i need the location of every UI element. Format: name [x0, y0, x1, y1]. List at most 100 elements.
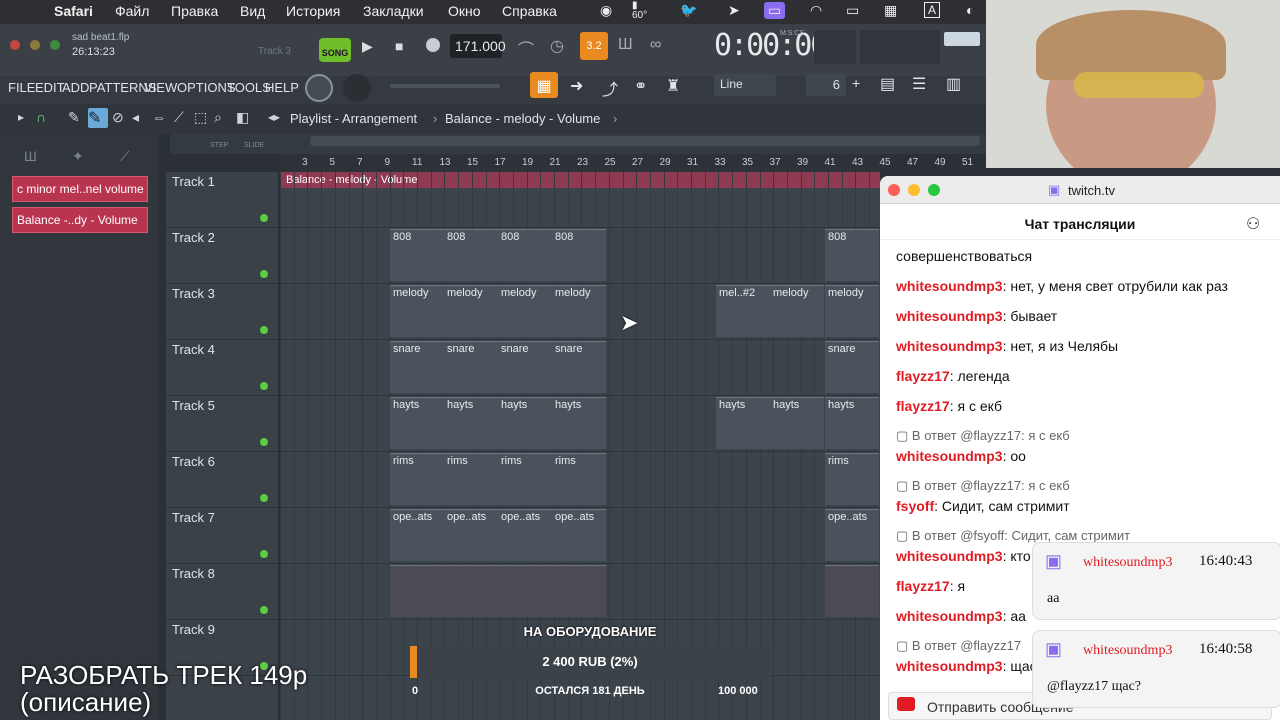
pattern-clip[interactable]: hayts [552, 397, 606, 449]
chat-message[interactable]: flayzz17: легенда [896, 368, 1010, 384]
link-icon[interactable]: ⚭ [634, 76, 647, 96]
pattern-clip[interactable]: snare [498, 341, 552, 393]
users-icon[interactable]: ⚇ [1246, 214, 1260, 234]
pattern-clip[interactable]: hayts [498, 397, 552, 449]
pattern-clip[interactable]: melody [825, 285, 879, 337]
master-pitch-knob[interactable] [343, 74, 371, 102]
pattern-clip[interactable]: ope..ats [498, 509, 552, 561]
pattern-clip[interactable]: melody [444, 285, 498, 337]
playback-icon[interactable]: ◧ [236, 109, 249, 126]
pattern-clip[interactable]: melody [552, 285, 606, 337]
picker-automation-icon[interactable]: ⟋ [120, 148, 130, 165]
picker-audio-icon[interactable]: ✦ [72, 148, 84, 165]
pattern-clip[interactable]: 808 [552, 229, 606, 281]
pattern-clip[interactable]: rims [444, 453, 498, 505]
pitch-slider[interactable] [390, 84, 500, 88]
menu-fl-view[interactable]: VIEW [144, 80, 177, 95]
minimize-icon[interactable] [30, 40, 40, 50]
track-name[interactable]: Track 3 [172, 286, 215, 301]
plus-icon[interactable]: + [852, 75, 860, 91]
menu-fl-help[interactable]: HELP [265, 80, 299, 95]
pattern-clip[interactable]: snare [444, 341, 498, 393]
wifi-icon[interactable]: ◠ [810, 2, 822, 19]
picker-grid-icon[interactable]: Ш [24, 148, 37, 164]
pencil-icon[interactable]: ✎ [68, 109, 80, 126]
track-name[interactable]: Track 8 [172, 566, 215, 581]
chat-notification[interactable]: ▣ whitesoundmp3 16:40:58 @flayzz17 щас? [1032, 630, 1280, 708]
menu-window[interactable]: Окно [448, 3, 481, 19]
pattern-clip[interactable]: 808 [390, 229, 444, 281]
chat-message[interactable]: совершенствоваться [896, 248, 1032, 264]
menu-help[interactable]: Справка [502, 3, 557, 19]
chat-username[interactable]: fsyoff [896, 498, 934, 514]
pattern-clip[interactable]: hayts [444, 397, 498, 449]
menu-fl-add[interactable]: ADD [62, 80, 89, 95]
close-icon[interactable] [10, 40, 20, 50]
plugin-icon[interactable]: ♜ [666, 76, 680, 96]
track-name[interactable]: Track 4 [172, 342, 215, 357]
pattern-clip[interactable]: 808 [498, 229, 552, 281]
pattern-clip[interactable]: snare [552, 341, 606, 393]
pattern-clip[interactable]: hayts [825, 397, 879, 449]
audio-clip[interactable] [552, 565, 606, 617]
arrows-icon[interactable]: ◂▸ [268, 110, 280, 124]
pattern-clip[interactable]: 808 [825, 229, 879, 281]
display-icon[interactable]: ▭ [846, 2, 859, 19]
menu-history[interactable]: История [286, 3, 340, 19]
pattern-clip[interactable]: melody [390, 285, 444, 337]
audio-clip[interactable] [444, 565, 498, 617]
chat-message[interactable]: fsyoff: Сидит, сам стримит [896, 498, 1070, 514]
cursor-icon[interactable]: ➤ [728, 2, 740, 19]
chat-username[interactable]: whitesoundmp3 [896, 658, 1003, 674]
pattern-clip[interactable]: hayts [390, 397, 444, 449]
menu-app-name[interactable]: Safari [54, 3, 93, 19]
loop-record-icon[interactable]: Ш [618, 36, 633, 54]
chat-notification[interactable]: ▣ whitesoundmp3 16:40:43 аа [1032, 542, 1280, 620]
playlist-icon[interactable]: ▦ [530, 72, 558, 98]
chat-username[interactable]: whitesoundmp3 [896, 278, 1003, 294]
pattern-clip[interactable]: ope..ats [552, 509, 606, 561]
play-small-icon[interactable]: ▸ [18, 110, 24, 124]
zoom-icon[interactable] [50, 40, 60, 50]
mixer-icon[interactable]: ▤ [880, 74, 895, 94]
pattern-clip[interactable]: rims [825, 453, 879, 505]
minimize-icon[interactable] [908, 184, 920, 196]
chat-username[interactable]: flayzz17 [896, 398, 950, 414]
pattern-clip[interactable]: rims [498, 453, 552, 505]
chat-message[interactable]: whitesoundmp3: нет, я из Челябы [896, 338, 1118, 354]
track-enable-led[interactable] [260, 606, 268, 614]
track-enable-led[interactable] [260, 270, 268, 278]
tempo-display[interactable]: 171.000 [450, 34, 506, 58]
ai-icon[interactable]: ◉ [600, 2, 612, 19]
chat-message[interactable]: whitesoundmp3: щас [896, 658, 1037, 674]
chat-message[interactable]: flayzz17: я с екб [896, 398, 1002, 414]
twitch-icon[interactable]: ◐ [966, 2, 974, 18]
menu-bookmarks[interactable]: Закладки [363, 3, 424, 19]
breadcrumb-clip[interactable]: Balance - melody - Volume [445, 111, 600, 126]
track-name[interactable]: Track 5 [172, 398, 215, 413]
horizontal-scrollbar[interactable] [310, 136, 980, 146]
chat-message[interactable]: whitesoundmp3: бывает [896, 308, 1057, 324]
master-volume-knob[interactable] [305, 74, 333, 102]
audio-clip[interactable] [390, 565, 444, 617]
zoom-tool-icon[interactable]: ⌕ [214, 109, 222, 126]
metronome-icon[interactable]: ⌒ [518, 36, 534, 60]
channel-rack-icon[interactable]: ☰ [912, 74, 926, 94]
pattern-clip[interactable]: hayts [716, 397, 770, 449]
pattern-clip[interactable]: hayts [770, 397, 824, 449]
automation-clip-item[interactable]: c minor mel..nel volume [12, 176, 148, 202]
chat-username[interactable]: whitesoundmp3 [896, 608, 1003, 624]
keyboard-icon[interactable]: ▦ [884, 2, 897, 19]
zoom-icon[interactable] [928, 184, 940, 196]
pattern-clip[interactable]: melody [498, 285, 552, 337]
chat-username[interactable]: whitesoundmp3 [896, 548, 1003, 564]
select-icon[interactable]: ⬚ [194, 109, 207, 126]
bird-icon[interactable]: 🐦 [680, 2, 697, 19]
chat-message[interactable]: whitesoundmp3: аа [896, 608, 1026, 624]
pattern-clip[interactable]: snare [825, 341, 879, 393]
menu-edit[interactable]: Правка [171, 3, 218, 19]
audio-clip[interactable] [498, 565, 552, 617]
magnet-icon[interactable]: ∩ [36, 109, 46, 125]
pattern-clip[interactable]: rims [390, 453, 444, 505]
track-name[interactable]: Track 9 [172, 622, 215, 637]
